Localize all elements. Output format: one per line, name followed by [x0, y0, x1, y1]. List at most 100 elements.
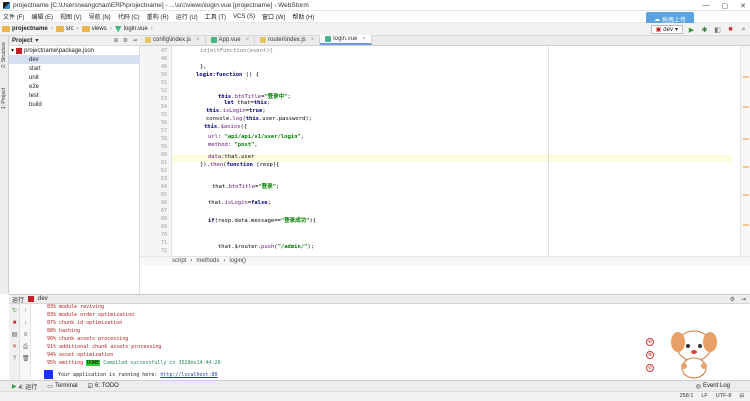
structure-tool-button[interactable]: 2: Structure [1, 42, 7, 68]
menu-file[interactable]: 文件 (F) [3, 12, 24, 21]
coverage-icon[interactable]: ◧ [713, 25, 722, 34]
hide-icon[interactable]: ⇥ [132, 37, 137, 44]
menu-run[interactable]: 运行 (U) [176, 12, 198, 21]
line-number: 50 [160, 72, 167, 78]
stop-icon[interactable]: ■ [11, 320, 18, 327]
code-line: data:that.user [208, 154, 255, 160]
menu-vcs[interactable]: VCS (S) [233, 14, 255, 20]
breadcrumb-projectname[interactable]: projectname › [2, 26, 53, 32]
maximize-button[interactable]: ▢ [722, 2, 729, 10]
cursor-position[interactable]: 258:1 [680, 393, 694, 399]
tree-item-unit[interactable]: unit [9, 73, 139, 82]
vue-file-icon [325, 36, 332, 42]
layout-icon[interactable]: ▤ [11, 332, 18, 339]
close-button[interactable]: ✕ [740, 2, 746, 10]
close-tab-icon[interactable]: × [196, 37, 200, 43]
project-view-selector[interactable]: Project [12, 38, 32, 44]
cloud-icon: ☁ [653, 16, 660, 23]
rerun-icon[interactable]: ↻ [11, 308, 18, 315]
vue-file-icon [210, 37, 217, 43]
lock-icon[interactable]: ⊟ [739, 393, 744, 399]
menu-edit[interactable]: 编辑 (E) [31, 12, 53, 21]
code-crumb-script[interactable]: script [172, 258, 186, 264]
minimize-button[interactable]: — [703, 2, 710, 9]
tree-item-build[interactable]: build [9, 100, 139, 109]
webstorm-logo-icon [3, 1, 10, 9]
console-line: 83% module reviving [47, 304, 105, 310]
line-number: 60 [160, 152, 167, 158]
title-bar: projectname [C:\Users\wangchao\ERP\proje… [0, 0, 750, 11]
menu-tools[interactable]: 工具 (T) [205, 12, 226, 21]
run-panel-config[interactable]: dev [38, 296, 48, 302]
file-encoding[interactable]: UTF-8 [716, 393, 732, 399]
tab-config-index[interactable]: config\index.js × [140, 35, 206, 45]
run-icon[interactable]: ▶ [687, 25, 696, 34]
up-icon[interactable]: ↑ [22, 308, 29, 315]
code-line: method: "post", [208, 142, 258, 148]
line-number: 63 [160, 176, 167, 182]
print-icon[interactable]: ⎙ [22, 344, 29, 351]
tab-run[interactable]: ▶ 4: 运行 [12, 382, 37, 391]
chevron-down-icon[interactable]: ▾ [35, 37, 38, 44]
zoom-in-icon[interactable]: ⊕ [646, 338, 654, 346]
line-number: 54 [160, 104, 167, 110]
tab-app-vue[interactable]: App.vue × [206, 35, 256, 45]
run-toolbar-left: ↻ ■ ▤ ✕ ? [9, 304, 20, 380]
tree-item-dev[interactable]: dev [9, 55, 139, 64]
editor-scrollbar[interactable] [740, 46, 750, 256]
close-tab-icon[interactable]: × [246, 37, 250, 43]
code-line: this.btnTitle="登录中"; [218, 94, 291, 100]
down-icon[interactable]: ↓ [22, 320, 29, 327]
close-circle-icon[interactable]: ⊗ [646, 351, 654, 359]
terminal-icon: ▭ [47, 383, 53, 390]
close-icon[interactable]: ✕ [11, 344, 18, 351]
sync-icon[interactable]: ⊕ [114, 37, 119, 44]
folder-icon [2, 26, 10, 32]
close-tab-icon[interactable]: × [311, 37, 315, 43]
menu-code[interactable]: 代码 (C) [118, 12, 140, 21]
current-line-highlight [172, 154, 732, 162]
breadcrumb-src[interactable]: src › [55, 26, 79, 32]
settings-icon[interactable]: ⚙ [730, 296, 735, 303]
tree-item-test[interactable]: test [9, 91, 139, 100]
menu-refactor[interactable]: 重构 (R) [147, 12, 169, 21]
line-number: 55 [160, 112, 167, 118]
hide-icon[interactable]: ⇥ [741, 296, 746, 303]
event-log-button[interactable]: ◎ Event Log [696, 383, 730, 390]
console-output[interactable]: 83% module reviving 83% module order opt… [31, 304, 750, 380]
code-crumb-methods[interactable]: methods [196, 258, 219, 264]
npm-icon [16, 47, 23, 54]
block-icon[interactable]: ⊘ [646, 364, 654, 372]
tab-todo[interactable]: ☑ 6: TODO [88, 383, 119, 390]
localhost-link[interactable]: http://localhost:80 [160, 372, 217, 378]
line-number-gutter: 47 48 49 50 51 52 53 54 55 56 57 58 59 6… [140, 46, 172, 256]
menu-view[interactable]: 视图 (V) [60, 12, 82, 21]
code-crumb-login[interactable]: login() [229, 258, 246, 264]
tab-login-vue[interactable]: login.vue × [320, 35, 372, 45]
tab-router-index[interactable]: router\index.js × [255, 35, 321, 45]
tree-item-start[interactable]: start [9, 64, 139, 73]
search-icon[interactable]: ⌕ [739, 25, 748, 34]
editor-tabs: config\index.js × App.vue × router\index.j… [140, 35, 750, 46]
settings-icon[interactable]: ⚙ [123, 37, 128, 44]
menu-window[interactable]: 窗口 (W) [262, 12, 285, 21]
run-config-selector[interactable]: ▣ dev ▾ [650, 25, 683, 34]
wrap-icon[interactable]: ≡ [22, 332, 29, 339]
stop-icon[interactable]: ■ [726, 25, 735, 34]
help-icon[interactable]: ? [11, 356, 18, 363]
menu-navigate[interactable]: 导航 (N) [89, 12, 111, 21]
tab-terminal[interactable]: ▭ Terminal [47, 383, 77, 390]
line-separator[interactable]: LF [701, 393, 707, 399]
chevron-down-icon: ▾ [674, 27, 678, 33]
tree-root[interactable]: ▾ projectname\package.json [9, 46, 139, 55]
breadcrumb-views[interactable]: views › [81, 26, 112, 32]
trash-icon[interactable]: 🗑 [22, 356, 30, 363]
close-tab-icon[interactable]: × [362, 36, 366, 42]
debug-icon[interactable]: ✱ [700, 25, 709, 34]
line-number: 65 [160, 192, 167, 198]
project-tool-button[interactable]: 1: Project [1, 88, 7, 109]
breadcrumb-file[interactable]: login.vue › [114, 25, 153, 33]
line-number: 49 [160, 64, 167, 70]
tree-item-e2e[interactable]: e2e [9, 82, 139, 91]
menu-help[interactable]: 帮助 (H) [292, 12, 314, 21]
